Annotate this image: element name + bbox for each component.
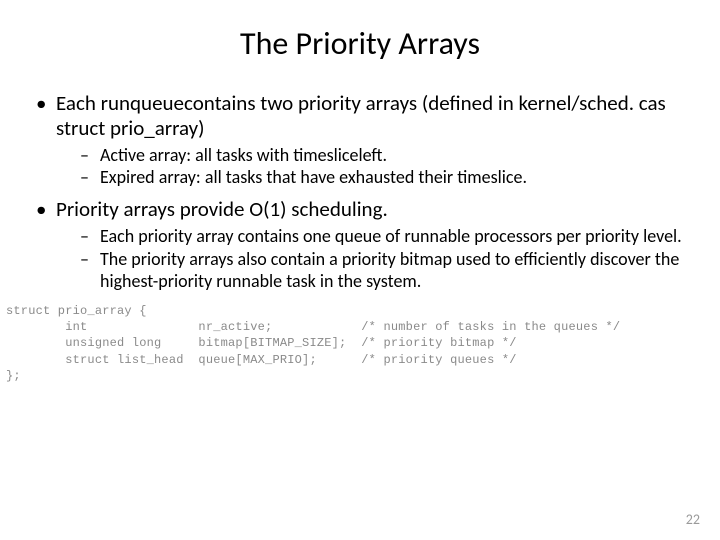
bullet-list: Each runqueuecontains two priority array… (28, 91, 692, 293)
sub-list: Each priority array contains one queue o… (56, 226, 692, 293)
slide: The Priority Arrays Each runqueuecontain… (0, 0, 720, 540)
sub-bullet-text: The priority arrays also contain a prior… (100, 248, 679, 292)
sub-bullet-text: Each priority array contains one queue o… (100, 225, 682, 247)
bullet-text: Each runqueuecontains two priority array… (56, 90, 666, 141)
bullet-text: Priority arrays provide O(1) scheduling. (56, 196, 388, 222)
code-block: struct prio_array { int nr_active; /* nu… (0, 301, 720, 386)
page-title: The Priority Arrays (0, 0, 720, 91)
sub-list: Active array: all tasks with timeslicele… (56, 145, 692, 190)
page-number: 22 (686, 511, 700, 528)
list-item: Priority arrays provide O(1) scheduling.… (28, 197, 692, 293)
list-item: Each runqueuecontains two priority array… (28, 91, 692, 189)
list-item: Active array: all tasks with timeslicele… (56, 145, 692, 167)
list-item: The priority arrays also contain a prior… (56, 249, 692, 293)
list-item: Each priority array contains one queue o… (56, 226, 692, 248)
sub-bullet-text: Expired array: all tasks that have exhau… (100, 166, 527, 188)
content-area: Each runqueuecontains two priority array… (0, 91, 720, 293)
list-item: Expired array: all tasks that have exhau… (56, 167, 692, 189)
sub-bullet-text: Active array: all tasks with timeslicele… (100, 144, 387, 166)
